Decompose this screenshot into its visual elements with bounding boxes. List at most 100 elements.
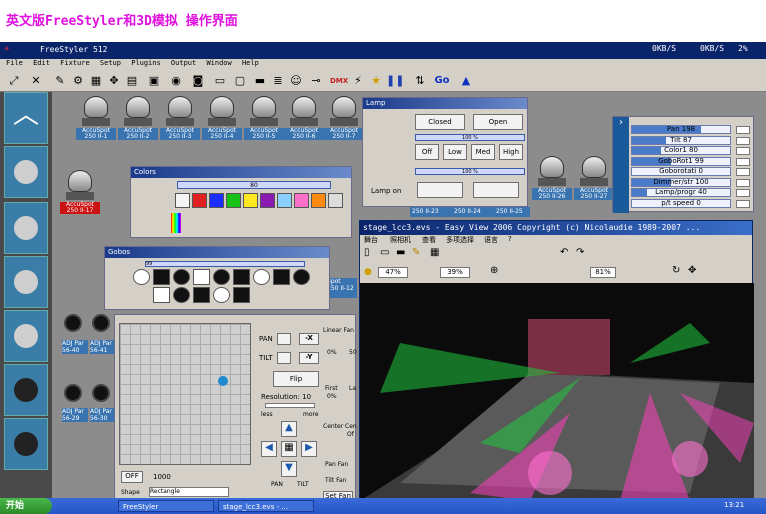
color-swatch[interactable] — [328, 193, 343, 208]
redo-icon[interactable]: ↷ — [576, 247, 584, 258]
gobo-icon[interactable] — [193, 287, 210, 303]
arrow-left-icon[interactable]: ▲ — [458, 73, 474, 89]
gobo-icon[interactable] — [233, 269, 250, 285]
menu-view[interactable]: 查看 — [422, 235, 436, 245]
undo-icon[interactable]: ↶ — [560, 247, 568, 258]
open-icon[interactable]: ▭ — [380, 247, 389, 258]
star-icon[interactable]: ★ — [368, 73, 384, 89]
fixture-7[interactable]: AccuSpot 250 II-7 — [324, 96, 364, 152]
fade-tool-icon[interactable]: ▤ — [124, 73, 140, 89]
color-swatch[interactable] — [243, 193, 258, 208]
parameter-row[interactable]: Tilt 87 — [631, 135, 750, 145]
parameter-checkbox[interactable] — [736, 178, 750, 187]
gobo-tool-icon[interactable]: ◉ — [168, 73, 184, 89]
menu-setup[interactable]: Setup — [100, 59, 121, 67]
shape-select[interactable]: Rectangle — [149, 487, 229, 497]
move-tool-icon[interactable]: ✥ — [106, 73, 122, 89]
fixture-3[interactable]: AccuSpot 250 II-3 — [160, 96, 200, 152]
dmx-icon[interactable]: DMX — [330, 73, 348, 89]
par-can-icon[interactable] — [92, 314, 110, 332]
parameter-row[interactable]: GoboRot1 99 — [631, 156, 750, 166]
color-swatch[interactable] — [260, 193, 275, 208]
gobo-icon[interactable] — [153, 287, 170, 303]
menu-output[interactable]: Output — [171, 59, 196, 67]
gobo-slider[interactable]: 99 — [145, 261, 305, 267]
arrow-up-icon[interactable]: ▲ — [281, 421, 297, 437]
3d-stage-view[interactable] — [360, 283, 754, 501]
color-swatch[interactable] — [277, 193, 292, 208]
gobo-icon[interactable] — [293, 269, 310, 285]
go-button[interactable]: Go — [432, 73, 452, 89]
gobo-icon[interactable] — [253, 269, 270, 285]
gobo-icon[interactable] — [273, 269, 290, 285]
resolution-slider[interactable] — [265, 403, 315, 408]
pan-view-icon[interactable]: ✥ — [688, 265, 696, 276]
grid-icon[interactable]: ▦ — [430, 247, 439, 258]
task-easyview[interactable]: stage_lcc3.evs - ... — [218, 500, 314, 512]
low-button[interactable]: Low — [443, 144, 467, 160]
pen-tool-icon[interactable]: ✎ — [52, 73, 68, 89]
save-tool-icon[interactable]: ▬ — [252, 73, 268, 89]
color-swatch[interactable] — [294, 193, 309, 208]
parameter-row[interactable]: Color1 80 — [631, 146, 750, 155]
color-swatch[interactable] — [209, 193, 224, 208]
fixture-26[interactable]: AccuSpot 250 II-26 — [532, 156, 572, 212]
fixture-2[interactable]: AccuSpot 250 II-2 — [118, 96, 158, 152]
parameter-checkbox[interactable] — [736, 126, 750, 134]
selection-tool-icon[interactable]: ⤢ — [6, 73, 22, 89]
parameter-row[interactable]: Goborotati 0 — [631, 167, 750, 176]
collapse-icon[interactable]: › — [613, 117, 629, 213]
pan-fan-radio[interactable]: Pan Fan — [325, 461, 348, 468]
bulb-icon[interactable]: ● — [364, 267, 372, 277]
invert-x-button[interactable]: -X — [299, 333, 319, 345]
fixture-17[interactable]: AccuSpot 250 II-17 — [60, 170, 100, 226]
group-button-3[interactable] — [4, 256, 48, 308]
flash-tool-icon[interactable]: ⚡ — [350, 73, 366, 89]
gobo-icon[interactable] — [213, 287, 230, 303]
color-swatch[interactable] — [226, 193, 241, 208]
med-button[interactable]: Med — [471, 144, 495, 160]
cross-tool-icon[interactable]: ✕ — [28, 73, 44, 89]
group-button-5[interactable] — [4, 364, 48, 416]
lamp-level-bar-2[interactable]: 100 % — [415, 168, 525, 175]
open-button[interactable]: Open — [473, 114, 523, 130]
menu-window[interactable]: Window — [206, 59, 231, 67]
parameter-row[interactable]: Pan 198 — [631, 125, 750, 134]
color-swatch[interactable] — [175, 193, 190, 208]
panel-tool-icon[interactable]: ▣ — [146, 73, 162, 89]
lamp-level-bar-1[interactable]: 100 % — [415, 134, 525, 141]
lamp-on-tool-button[interactable] — [473, 182, 519, 198]
fixture-27[interactable]: AccuSpot 250 II-27 — [574, 156, 614, 212]
menu-stage[interactable]: 舞台 — [364, 235, 378, 245]
task-freestyler[interactable]: FreeStyler — [118, 500, 214, 512]
invert-y-button[interactable]: -Y — [299, 352, 319, 364]
gobo-icon[interactable] — [233, 287, 250, 303]
window-tool-icon[interactable]: ▢ — [232, 73, 248, 89]
smile-tool-icon[interactable]: ☺ — [288, 73, 304, 89]
zoom-in-icon[interactable]: ⊕ — [490, 265, 498, 276]
menu-help[interactable]: ? — [508, 235, 512, 243]
pan-tilt-handle[interactable] — [218, 376, 228, 386]
scroll-up-button[interactable]: ︿ — [4, 92, 48, 144]
menu-file[interactable]: File — [6, 59, 23, 67]
fixture-6[interactable]: AccuSpot 250 II-6 — [284, 96, 324, 152]
arrow-down-icon[interactable]: ▼ — [281, 461, 297, 477]
start-button[interactable]: 开始 — [0, 498, 52, 514]
pan-lock-button[interactable] — [277, 333, 291, 345]
pan-tilt-grid[interactable] — [119, 323, 251, 465]
parameter-checkbox[interactable] — [736, 168, 750, 176]
parameter-checkbox[interactable] — [736, 136, 750, 145]
menu-multiselect[interactable]: 多项选择 — [446, 235, 474, 245]
save-icon[interactable]: ▬ — [396, 247, 405, 258]
par-can-icon[interactable] — [64, 314, 82, 332]
arrow-left-icon[interactable]: ◀ — [261, 441, 277, 457]
pencil-icon[interactable]: ✎ — [412, 247, 420, 258]
fixture-4[interactable]: AccuSpot 250 II-4 — [202, 96, 242, 152]
gobo-icon[interactable] — [153, 269, 170, 285]
off-toggle[interactable]: OFF — [121, 471, 143, 483]
par-can-icon[interactable] — [92, 384, 110, 402]
parameter-checkbox[interactable] — [736, 189, 750, 197]
sequence-tool-icon[interactable]: ≣ — [270, 73, 286, 89]
pause-icon[interactable]: ❚❚ — [386, 73, 404, 89]
rotate-icon[interactable]: ↻ — [672, 265, 680, 276]
